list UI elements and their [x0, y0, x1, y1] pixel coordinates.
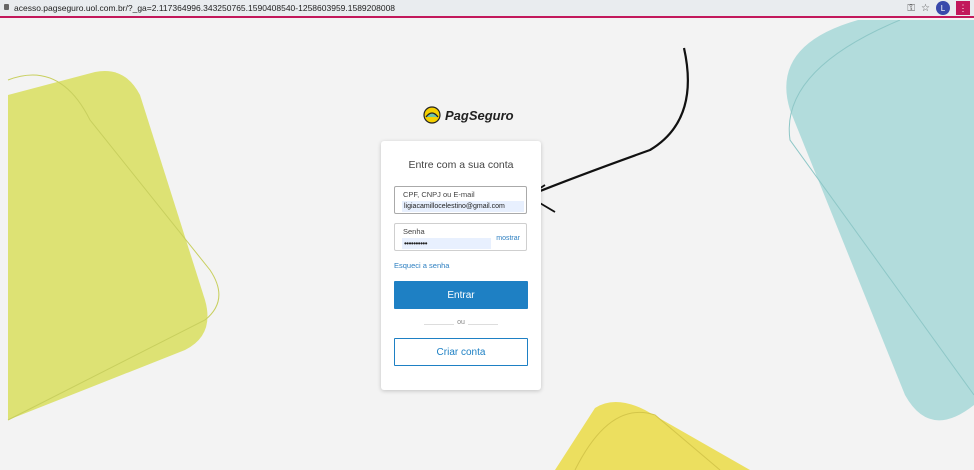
- email-input[interactable]: ligiacamillocelestino@gmail.com: [402, 201, 524, 212]
- or-divider: ou: [424, 319, 498, 329]
- green-blob-shape: [8, 70, 208, 420]
- yellow-blob-shape: [555, 401, 750, 470]
- pagseguro-logo-icon: [423, 106, 441, 124]
- login-title: Entre com a sua conta: [408, 159, 514, 171]
- browser-toolbar: acesso.pagseguro.uol.com.br/?_ga=2.11736…: [0, 0, 974, 18]
- password-input[interactable]: ••••••••••: [402, 238, 491, 249]
- address-bar[interactable]: acesso.pagseguro.uol.com.br/?_ga=2.11736…: [14, 3, 395, 13]
- arrow-annotation: [529, 47, 689, 197]
- pagseguro-logo: PagSeguro: [423, 106, 514, 124]
- login-button[interactable]: Entrar: [394, 281, 528, 309]
- key-icon[interactable]: ⚿: [907, 3, 915, 14]
- password-label: Senha: [403, 227, 425, 236]
- login-card: Entre com a sua conta CPF, CNPJ ou E-mai…: [381, 141, 541, 390]
- show-password-button[interactable]: mostrar: [496, 235, 520, 242]
- divider-line-right: [468, 324, 498, 325]
- email-label: CPF, CNPJ ou E-mail: [403, 190, 475, 199]
- email-field[interactable]: CPF, CNPJ ou E-mail ligiacamillocelestin…: [394, 186, 527, 214]
- menu-icon[interactable]: ⋮: [956, 1, 970, 15]
- star-icon[interactable]: ☆: [921, 3, 930, 14]
- forgot-password-link[interactable]: Esqueci a senha: [394, 261, 449, 270]
- browser-actions: ⚿ ☆ L ⋮: [907, 1, 970, 15]
- lock-icon: [4, 4, 9, 10]
- password-field[interactable]: Senha •••••••••• mostrar: [394, 223, 527, 251]
- create-account-button[interactable]: Criar conta: [394, 338, 528, 366]
- logo-text: PagSeguro: [445, 107, 514, 123]
- teal-blob-shape: [786, 20, 974, 421]
- avatar[interactable]: L: [936, 1, 950, 15]
